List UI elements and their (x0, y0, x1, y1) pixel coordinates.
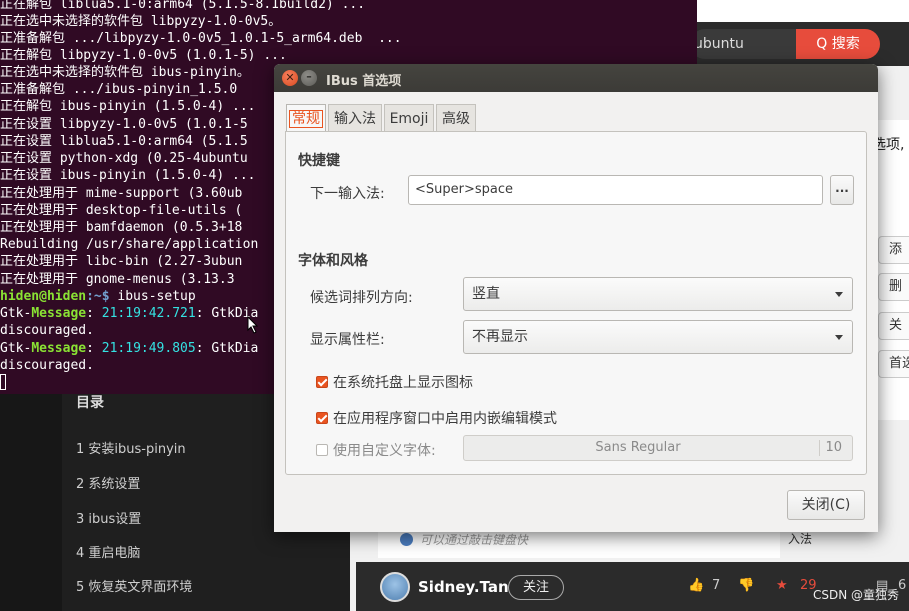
font-size: 10 (825, 440, 842, 455)
minimize-icon[interactable]: – (301, 70, 317, 86)
next-input-label: 下一输入法: (310, 186, 385, 202)
left-gutter (0, 394, 62, 611)
tab-emoji[interactable]: Emoji (384, 104, 434, 132)
terminal-line: 正在处理用于 bamfdaemon (0.5.3+18 (0, 220, 243, 235)
terminal-message-line: Gtk-Message: 21:19:49.805: GtkDia (0, 341, 259, 356)
custom-font-checkbox[interactable]: 使用自定义字体: (316, 440, 436, 460)
checkbox-checked-icon (316, 412, 328, 424)
like-icon[interactable]: 👍 (688, 578, 704, 593)
terminal-message-line: Gtk-Message: 21:19:42.721: GtkDia (0, 306, 259, 321)
author-avatar[interactable] (380, 572, 410, 602)
checkbox-unchecked-icon (316, 444, 328, 456)
terminal-prompt-line: hiden@hiden:~$ ibus-setup (0, 288, 196, 305)
like-count: 7 (712, 578, 721, 593)
dialog-titlebar[interactable]: ✕ – IBus 首选项 (274, 64, 878, 92)
terminal-line: discouraged. (0, 323, 94, 338)
toc-item[interactable]: 2 系统设置 (76, 473, 140, 492)
tab-general[interactable]: 常规 (286, 104, 326, 133)
mouse-pointer-icon (247, 316, 259, 334)
orientation-label: 候选词排列方向: (310, 290, 413, 306)
custom-font-label: 使用自定义字体: (333, 443, 436, 459)
tab-label: 常规 (289, 110, 323, 128)
side-button-delete[interactable]: 删 (878, 273, 909, 301)
tab-advanced[interactable]: 高级 (436, 104, 476, 132)
terminal-line: 正在处理用于 desktop-file-utils ( (0, 203, 243, 218)
side-button-prefs[interactable]: 首选 (878, 350, 909, 378)
terminal-line: 正在处理用于 mime-support (3.60ub (0, 186, 243, 201)
msg-prefix: Gtk- (0, 341, 32, 356)
image-hint-text: 可以通过敲击键盘快 (420, 533, 529, 547)
next-input-field[interactable]: <Super>space (408, 175, 823, 205)
terminal-line: 正在设置 liblua5.1-0:arm64 (5.1.5 (0, 134, 248, 149)
toc-item[interactable]: 3 ibus设置 (76, 508, 141, 527)
embed-preedit-label: 在应用程序窗口中启用内嵌编辑模式 (333, 411, 557, 427)
ibus-preferences-dialog: ✕ – IBus 首选项 常规 输入法 Emoji 高级 快捷键 下一输入法: … (274, 64, 878, 532)
close-icon[interactable]: ✕ (282, 70, 298, 86)
checkbox-checked-icon (316, 376, 328, 388)
show-panel-select[interactable]: 不再显示 (463, 320, 853, 354)
side-button-close[interactable]: 关 (878, 312, 909, 340)
orientation-select[interactable]: 竖直 (463, 277, 853, 311)
msg-prefix: Gtk- (0, 306, 32, 321)
chevron-down-icon (835, 335, 843, 340)
toc-item[interactable]: 4 重启电脑 (76, 542, 140, 561)
msg-kind: Message (31, 306, 87, 321)
terminal-line: 正在解包 libpyzy-1.0-0v5 (1.0.1-5) ... (0, 48, 287, 63)
toc-item[interactable]: 1 安装ibus-pinyin (76, 438, 186, 457)
terminal-line: 正在处理用于 gnome-menus (3.13.3 (0, 272, 235, 287)
terminal-line: 正在解包 liblua5.1-0:arm64 (5.1.5-8.1build2)… (0, 0, 366, 12)
next-input-edit-button[interactable]: ... (830, 175, 854, 205)
prompt-command: ibus-setup (117, 289, 196, 304)
info-icon (400, 533, 413, 546)
terminal-line: 正准备解包 .../libpyzy-1.0-0v5_1.0.1-5_arm64.… (0, 31, 402, 46)
star-icon[interactable]: ★ (776, 578, 788, 593)
msg-time: 21:19:42.721 (101, 306, 196, 321)
close-button[interactable]: 关闭(C) (787, 490, 865, 520)
terminal-cursor (0, 374, 6, 390)
show-panel-value: 不再显示 (472, 329, 528, 345)
dialog-title: IBus 首选项 (326, 74, 402, 89)
comment-count: 6 (898, 578, 907, 593)
terminal-line: 正在设置 ibus-pinyin (1.5.0-4) ... (0, 168, 256, 183)
terminal-line: discouraged. (0, 358, 94, 373)
fonts-style-section-title: 字体和风格 (298, 253, 368, 269)
site-search-input[interactable]: ubuntu (690, 29, 800, 59)
author-name[interactable]: Sidney.Tan (418, 578, 509, 596)
msg-time: 21:19:49.805 (101, 341, 196, 356)
terminal-line: 正在解包 ibus-pinyin (1.5.0-4) ... (0, 99, 256, 114)
embed-preedit-checkbox[interactable]: 在应用程序窗口中启用内嵌编辑模式 (316, 408, 557, 428)
font-separator (819, 440, 820, 456)
msg-kind: Message (31, 341, 87, 356)
general-panel: 快捷键 下一输入法: <Super>space ... 字体和风格 候选词排列方… (285, 131, 867, 475)
prompt-user: hiden@hiden (0, 289, 87, 304)
dislike-icon[interactable]: 👎 (738, 578, 754, 593)
prompt-path: :~$ (86, 289, 118, 304)
site-search-button[interactable]: Q 搜索 (796, 29, 880, 59)
tray-icon-label: 在系统托盘上显示图标 (333, 375, 473, 391)
image-caption: 入法 (788, 532, 813, 546)
shortcuts-section-title: 快捷键 (298, 153, 340, 169)
terminal-line: 正在选中未选择的软件包 libpyzy-1.0-0v5。 (0, 14, 282, 29)
toc-item[interactable]: 5 恢复英文界面环境 (76, 576, 192, 595)
show-panel-label: 显示属性栏: (310, 332, 385, 348)
csdn-watermark: CSDN @童独秀 (812, 588, 899, 602)
follow-button[interactable]: 关注 (508, 575, 564, 600)
terminal-line: 正在选中未选择的软件包 ibus-pinyin。 (0, 65, 250, 80)
font-name: Sans Regular (595, 440, 681, 455)
side-button-add[interactable]: 添 (878, 236, 909, 264)
tab-input-method[interactable]: 输入法 (328, 104, 382, 132)
terminal-line: Rebuilding /usr/share/application (0, 237, 259, 252)
terminal-line: 正准备解包 .../ibus-pinyin_1.5.0 (0, 82, 238, 97)
msg-rest: : GtkDia (195, 341, 259, 356)
font-chooser-button[interactable]: Sans Regular 10 (463, 435, 853, 461)
tray-icon-checkbox[interactable]: 在系统托盘上显示图标 (316, 372, 473, 392)
orientation-value: 竖直 (472, 286, 500, 302)
terminal-line: 正在设置 python-xdg (0.25-4ubuntu (0, 151, 248, 166)
toc-title: 目录 (76, 395, 104, 411)
chevron-down-icon (835, 292, 843, 297)
terminal-line: 正在处理用于 libc-bin (2.27-3ubun (0, 254, 243, 269)
terminal-line: 正在设置 libpyzy-1.0-0v5 (1.0.1-5 (0, 117, 248, 132)
